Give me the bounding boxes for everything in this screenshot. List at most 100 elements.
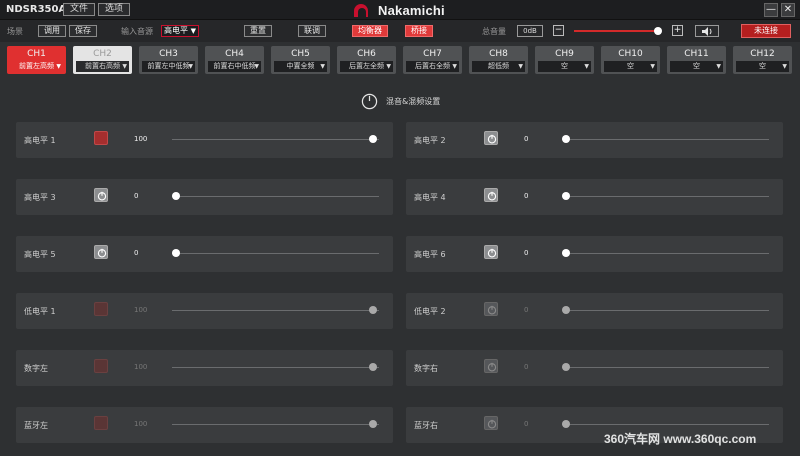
channel-tab-ch8[interactable]: CH8 超低频 ▼ [469, 46, 528, 74]
power-icon [97, 248, 107, 258]
channel-assign-value: 前置右高频 [85, 62, 120, 70]
input-level-value: 0 [134, 192, 139, 200]
input-level-slider[interactable] [172, 196, 379, 197]
input-enable-toggle[interactable] [94, 302, 108, 316]
channel-assign-select[interactable]: 前置左中低频 ▼ [142, 61, 195, 72]
channel-tab-ch1[interactable]: CH1 前置左高频 ▼ [7, 46, 66, 74]
input-mix-row: 低电平 2 0 [406, 293, 783, 329]
input-enable-toggle[interactable] [94, 359, 108, 373]
minimize-button[interactable]: — [764, 3, 778, 17]
connection-status-button[interactable]: 未连接 [741, 24, 791, 38]
input-level-slider[interactable] [172, 310, 379, 311]
master-volume-knob[interactable] [654, 27, 662, 35]
channel-tab-ch5[interactable]: CH5 中置全频 ▼ [271, 46, 330, 74]
input-level-value: 100 [134, 420, 148, 428]
file-menu[interactable]: 文件 [63, 3, 96, 16]
input-power-button[interactable] [484, 131, 498, 145]
input-power-button[interactable] [484, 188, 498, 202]
input-level-knob[interactable] [369, 363, 377, 371]
power-icon[interactable] [361, 93, 378, 110]
input-level-slider[interactable] [562, 196, 769, 197]
input-level-knob[interactable] [172, 249, 180, 257]
channel-tab-ch6[interactable]: CH6 后置左全频 ▼ [337, 46, 396, 74]
channel-tab-ch11[interactable]: CH11 空 ▼ [667, 46, 726, 74]
input-level-knob[interactable] [369, 306, 377, 314]
recall-button[interactable]: 调用 [38, 25, 66, 37]
input-level-knob[interactable] [562, 192, 570, 200]
input-level-knob[interactable] [369, 420, 377, 428]
close-button[interactable]: ✕ [781, 3, 795, 17]
channel-assign-select[interactable]: 前置左高频 ▼ [10, 61, 63, 72]
channel-assign-value: 后置右全频 [415, 62, 450, 70]
input-level-knob[interactable] [562, 249, 570, 257]
channel-name: CH5 [291, 49, 310, 59]
chevron-down-icon: ▼ [254, 63, 259, 70]
channel-tab-ch7[interactable]: CH7 后置右全频 ▼ [403, 46, 462, 74]
channel-tab-ch9[interactable]: CH9 空 ▼ [535, 46, 594, 74]
channel-tab-ch2[interactable]: CH2 前置右高频 ▼ [73, 46, 132, 74]
input-power-button[interactable] [94, 188, 108, 202]
channel-tab-ch12[interactable]: CH12 空 ▼ [733, 46, 792, 74]
input-power-button[interactable] [484, 359, 498, 373]
input-power-button[interactable] [484, 245, 498, 259]
crossover-button[interactable]: 桥接 [405, 25, 433, 37]
input-enable-toggle[interactable] [94, 131, 108, 145]
input-level-slider[interactable] [172, 424, 379, 425]
input-level-slider[interactable] [562, 253, 769, 254]
options-menu[interactable]: 选项 [98, 3, 131, 16]
input-level-knob[interactable] [562, 363, 570, 371]
master-volume-label: 总音量 [482, 27, 506, 36]
channel-tab-ch10[interactable]: CH10 空 ▼ [601, 46, 660, 74]
channel-assign-select[interactable]: 空 ▼ [604, 61, 657, 72]
channel-name: CH9 [555, 49, 574, 59]
volume-plus-button[interactable]: + [672, 25, 683, 36]
input-power-button[interactable] [484, 302, 498, 316]
chevron-down-icon: ▼ [452, 63, 457, 70]
power-icon [97, 191, 107, 201]
channel-tab-ch4[interactable]: CH4 前置右中低频 ▼ [205, 46, 264, 74]
channel-assign-value: 后置左全频 [349, 62, 384, 70]
mute-button[interactable] [695, 25, 719, 37]
channel-assign-select[interactable]: 超低频 ▼ [472, 61, 525, 72]
input-enable-toggle[interactable] [94, 416, 108, 430]
input-level-slider[interactable] [562, 367, 769, 368]
reset-button[interactable]: 重置 [244, 25, 272, 37]
chevron-down-icon: ▼ [650, 63, 655, 70]
equalizer-button[interactable]: 均衡器 [352, 25, 388, 37]
brand-text: Nakamichi [378, 2, 445, 18]
chevron-down-icon: ▼ [518, 63, 523, 70]
channel-assign-select[interactable]: 空 ▼ [736, 61, 789, 72]
channel-assign-value: 空 [561, 62, 568, 70]
input-level-value: 100 [134, 363, 148, 371]
channel-tab-ch3[interactable]: CH3 前置左中低频 ▼ [139, 46, 198, 74]
input-level-slider[interactable] [172, 367, 379, 368]
input-level-knob[interactable] [369, 135, 377, 143]
input-level-slider[interactable] [562, 424, 769, 425]
channel-assign-select[interactable]: 后置左全频 ▼ [340, 61, 393, 72]
input-level-knob[interactable] [562, 135, 570, 143]
channel-assign-select[interactable]: 前置右中低频 ▼ [208, 61, 261, 72]
input-level-knob[interactable] [562, 306, 570, 314]
input-level-knob[interactable] [172, 192, 180, 200]
watermark: 360汽车网 www.360qc.com [604, 432, 757, 446]
input-level-slider[interactable] [562, 139, 769, 140]
channel-assign-select[interactable]: 后置右全频 ▼ [406, 61, 459, 72]
channel-assign-select[interactable]: 空 ▼ [538, 61, 591, 72]
brand-logo: Nakamichi [354, 2, 445, 18]
input-power-button[interactable] [484, 416, 498, 430]
save-button[interactable]: 保存 [69, 25, 97, 37]
volume-minus-button[interactable]: − [553, 25, 564, 36]
channel-assign-select[interactable]: 中置全频 ▼ [274, 61, 327, 72]
input-source-select[interactable]: 高电平 ▼ [161, 25, 199, 37]
input-level-value: 0 [524, 192, 529, 200]
input-level-value: 100 [134, 306, 148, 314]
master-volume-slider[interactable] [574, 30, 658, 32]
link-button[interactable]: 联调 [298, 25, 326, 37]
input-level-slider[interactable] [172, 253, 379, 254]
input-level-slider[interactable] [172, 139, 379, 140]
channel-assign-select[interactable]: 前置右高频 ▼ [76, 61, 129, 72]
channel-assign-select[interactable]: 空 ▼ [670, 61, 723, 72]
input-power-button[interactable] [94, 245, 108, 259]
input-level-slider[interactable] [562, 310, 769, 311]
input-level-knob[interactable] [562, 420, 570, 428]
